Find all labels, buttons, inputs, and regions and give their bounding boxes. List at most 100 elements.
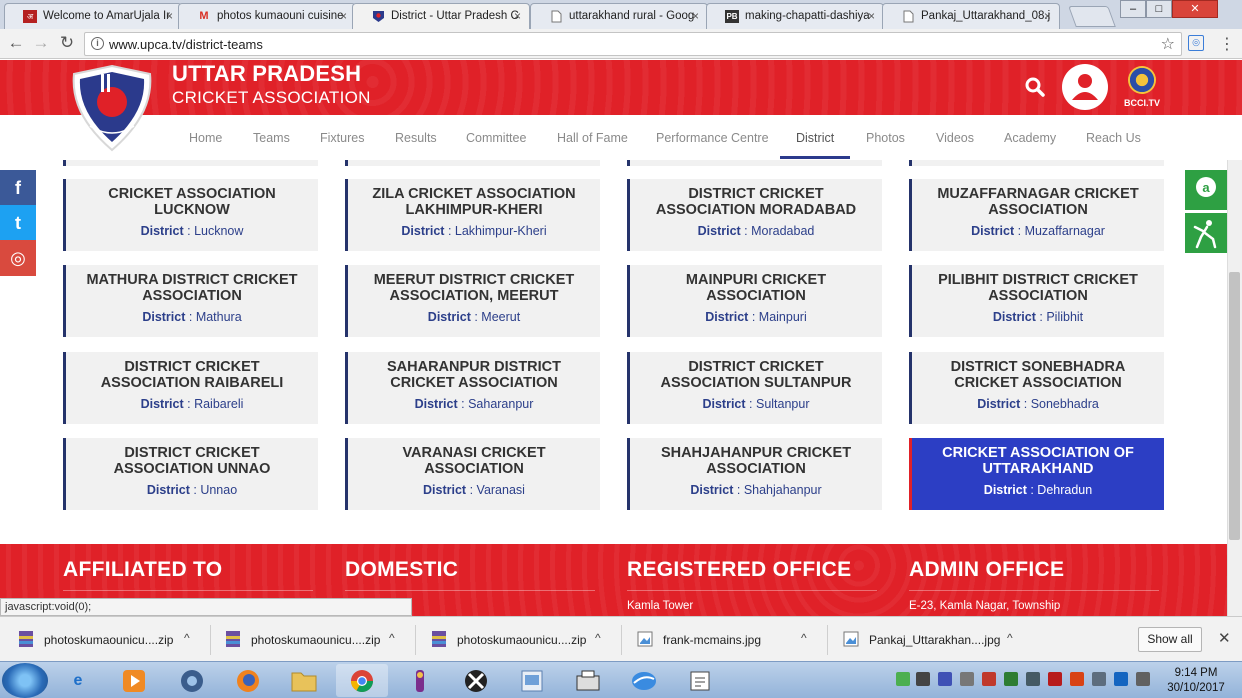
download-item[interactable]: Pankaj_Uttarakhan....jpg ^: [843, 627, 1023, 653]
district-card[interactable]: MATHURA DISTRICT CRICKET ASSOCIATION Dist…: [63, 265, 318, 337]
reload-icon[interactable]: ↻: [56, 33, 78, 53]
minimize-button[interactable]: –: [1120, 0, 1146, 18]
district-card[interactable]: CRICKET ASSOCIATION OF UTTARAKHAND Distri…: [909, 438, 1164, 510]
nav-results[interactable]: Results: [395, 131, 437, 145]
nav-committee[interactable]: Committee: [466, 131, 526, 145]
nav-home[interactable]: Home: [189, 131, 222, 145]
chevron-up-icon[interactable]: ^: [595, 631, 601, 645]
chevron-up-icon[interactable]: ^: [184, 631, 190, 645]
district-card[interactable]: DISTRICT CRICKET ASSOCIATION MORADABAD Di…: [627, 179, 882, 251]
nav-performance-centre[interactable]: Performance Centre: [656, 131, 769, 145]
tray-icon[interactable]: [938, 672, 952, 686]
district-card[interactable]: CRICKET ASSOCIATION LUCKNOW District : Lu…: [63, 179, 318, 251]
tab-close-icon[interactable]: ×: [1044, 9, 1051, 23]
tray-icon[interactable]: [1070, 672, 1084, 686]
media-player-icon[interactable]: [108, 664, 160, 697]
tab-close-icon[interactable]: ×: [868, 9, 875, 23]
maximize-button[interactable]: □: [1146, 0, 1172, 18]
internet-explorer-icon[interactable]: e: [52, 664, 104, 697]
twitter-icon[interactable]: t: [0, 205, 36, 241]
browser-tab[interactable]: Pankaj_Uttarakhand_08.j ×: [882, 3, 1060, 29]
instagram-icon[interactable]: ◎: [0, 240, 36, 276]
url-text[interactable]: www.upca.tv/district-teams: [109, 37, 263, 52]
browser-menu-icon[interactable]: ⋮: [1219, 34, 1235, 54]
tray-icon[interactable]: [916, 672, 930, 686]
tray-icon[interactable]: [960, 672, 974, 686]
download-item[interactable]: photoskumaounicu....zip ^: [18, 627, 204, 653]
download-item[interactable]: frank-mcmains.jpg ^: [637, 627, 817, 653]
forward-icon[interactable]: →: [30, 33, 52, 53]
show-all-button[interactable]: Show all: [1138, 627, 1202, 652]
upca-logo[interactable]: [66, 64, 158, 154]
nav-hall-of-fame[interactable]: Hall of Fame: [557, 131, 628, 145]
pro-tracker-icon[interactable]: a: [1185, 170, 1227, 210]
district-card[interactable]: DISTRICT CRICKET ASSOCIATION UNNAO Distri…: [63, 438, 318, 510]
app-icon[interactable]: [618, 664, 670, 697]
cricketer-icon[interactable]: [1185, 213, 1227, 253]
tray-icon[interactable]: [896, 672, 910, 686]
chevron-up-icon[interactable]: ^: [801, 631, 807, 645]
system-clock[interactable]: 9:14 PM 30/10/2017: [1166, 666, 1226, 696]
info-icon[interactable]: i: [91, 37, 104, 50]
app-icon[interactable]: [674, 664, 726, 697]
network-icon[interactable]: [1092, 672, 1106, 686]
district-card[interactable]: SAHARANPUR DISTRICT CRICKET ASSOCIATION D…: [345, 352, 600, 424]
window-close-button[interactable]: ✕: [1172, 0, 1218, 18]
user-icon[interactable]: [1062, 64, 1108, 110]
app-icon[interactable]: [562, 664, 614, 697]
nav-district[interactable]: District: [796, 131, 834, 145]
download-item[interactable]: photoskumaounicu....zip ^: [225, 627, 405, 653]
download-item[interactable]: photoskumaounicu....zip ^: [431, 627, 611, 653]
url-field[interactable]: i www.upca.tv/district-teams ☆: [84, 32, 1182, 56]
scrollbar-thumb[interactable]: [1229, 272, 1240, 540]
volume-icon[interactable]: [1136, 672, 1150, 686]
tab-close-icon[interactable]: ×: [166, 9, 173, 23]
tray-icon[interactable]: [982, 672, 996, 686]
tray-icon[interactable]: [1004, 672, 1018, 686]
start-button[interactable]: [2, 663, 48, 698]
district-card[interactable]: MAINPURI CRICKET ASSOCIATION District : M…: [627, 265, 882, 337]
district-card[interactable]: MUZAFFARNAGAR CRICKET ASSOCIATION Distric…: [909, 179, 1164, 251]
chevron-up-icon[interactable]: ^: [389, 631, 395, 645]
facebook-icon[interactable]: f: [0, 170, 36, 206]
district-card[interactable]: DISTRICT SONEBHADRA CRICKET ASSOCIATION D…: [909, 352, 1164, 424]
nav-academy[interactable]: Academy: [1004, 131, 1056, 145]
back-icon[interactable]: ←: [5, 33, 27, 53]
nav-videos[interactable]: Videos: [936, 131, 974, 145]
chevron-up-icon[interactable]: ^: [1007, 631, 1013, 645]
app-icon[interactable]: [394, 664, 446, 697]
tab-close-icon[interactable]: ×: [514, 9, 521, 23]
district-card[interactable]: SHAHJAHANPUR CRICKET ASSOCIATION District…: [627, 438, 882, 510]
tab-close-icon[interactable]: ×: [692, 9, 699, 23]
browser-tab[interactable]: PB making-chapatti-dashiya ×: [706, 3, 884, 29]
file-explorer-icon[interactable]: [278, 664, 330, 697]
search-icon[interactable]: [1024, 76, 1046, 98]
tab-close-icon[interactable]: ×: [340, 9, 347, 23]
extension-icon[interactable]: ◎: [1188, 35, 1204, 51]
district-card[interactable]: ZILA CRICKET ASSOCIATION LAKHIMPUR-KHERI…: [345, 179, 600, 251]
browser-tab[interactable]: अ Welcome to AmarUjala Ir ×: [4, 3, 182, 29]
browser-tab[interactable]: uttarakhand rural - Goog ×: [530, 3, 708, 29]
nav-fixtures[interactable]: Fixtures: [320, 131, 364, 145]
app-icon[interactable]: [166, 664, 218, 697]
chrome-icon[interactable]: [336, 664, 388, 697]
nav-photos[interactable]: Photos: [866, 131, 905, 145]
app-icon[interactable]: [450, 664, 502, 697]
tray-icon[interactable]: [1026, 672, 1040, 686]
bcci-logo[interactable]: BCCI.TV: [1120, 66, 1164, 112]
bookmark-star-icon[interactable]: ☆: [1161, 34, 1175, 54]
new-tab-button[interactable]: [1068, 6, 1116, 27]
browser-tab[interactable]: M photos kumaouni cuisine ×: [178, 3, 356, 29]
district-card[interactable]: DISTRICT CRICKET ASSOCIATION SULTANPUR Di…: [627, 352, 882, 424]
district-card[interactable]: DISTRICT CRICKET ASSOCIATION RAIBARELI Di…: [63, 352, 318, 424]
tray-icon[interactable]: [1048, 672, 1062, 686]
nav-teams[interactable]: Teams: [253, 131, 290, 145]
nav-reach-us[interactable]: Reach Us: [1086, 131, 1141, 145]
district-card[interactable]: VARANASI CRICKET ASSOCIATION District : V…: [345, 438, 600, 510]
tray-icon[interactable]: [1114, 672, 1128, 686]
district-card[interactable]: PILIBHIT DISTRICT CRICKET ASSOCIATION Dis…: [909, 265, 1164, 337]
close-icon[interactable]: ✕: [1218, 629, 1231, 647]
district-card[interactable]: MEERUT DISTRICT CRICKET ASSOCIATION, MEE…: [345, 265, 600, 337]
app-icon[interactable]: [506, 664, 558, 697]
browser-tab-active[interactable]: District - Uttar Pradesh C ×: [352, 3, 530, 29]
